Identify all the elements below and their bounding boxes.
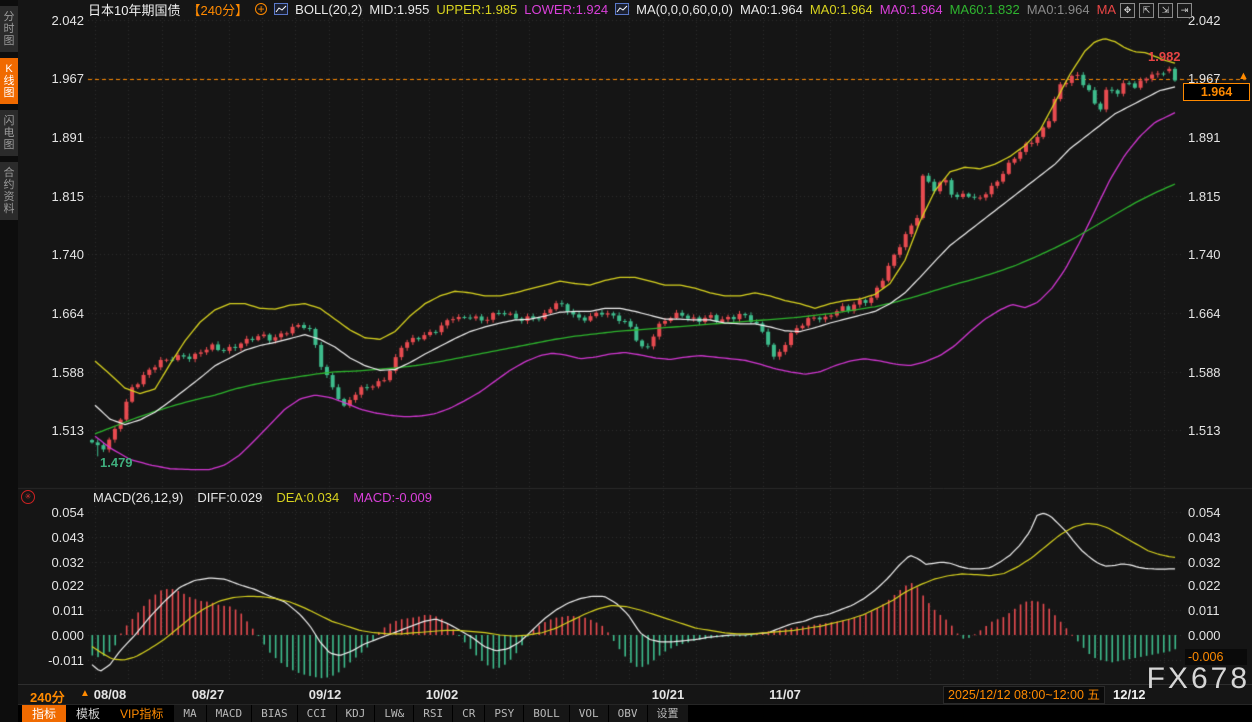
- period-badge[interactable]: 【240分】: [187, 0, 248, 19]
- axis-label: 1.967: [20, 71, 84, 86]
- axis-label: 1.815: [20, 189, 84, 204]
- macd-diff-value: DIFF:0.029: [197, 490, 262, 505]
- last-date-label: 12/12: [1113, 687, 1146, 702]
- axis-label: 0.022: [20, 578, 84, 593]
- sidebar-item-contract-info[interactable]: 合约资料: [0, 162, 18, 220]
- instrument-title: 日本10年期国债: [88, 0, 180, 19]
- high-price-label: 1.982: [1148, 49, 1181, 64]
- ma-values: MA0:1.964 MA0:1.964 MA0:1.964 MA60:1.832 MA0…: [740, 2, 1116, 17]
- price-chart-canvas[interactable]: [0, 0, 1252, 722]
- toolbar-item-7[interactable]: KDJ: [336, 705, 375, 722]
- axis-label: 0.054: [20, 505, 84, 520]
- low-price-label: 1.479: [100, 455, 133, 470]
- toolbar-item-0[interactable]: 指标: [22, 705, 66, 722]
- ma-value-2: MA0:1.964: [880, 2, 943, 17]
- ma-value-4: MA0:1.964: [1027, 2, 1090, 17]
- ma-value-3: MA60:1.832: [950, 2, 1020, 17]
- axis-label: 1.664: [20, 306, 84, 321]
- left-sidebar: 分时图 K线图 闪电图 合约资料: [0, 0, 18, 722]
- macd-dea-value: DEA:0.034: [276, 490, 339, 505]
- toolbar-item-5[interactable]: BIAS: [251, 705, 297, 722]
- ma-value-5: MA: [1097, 2, 1117, 17]
- toolbar-item-14[interactable]: OBV: [608, 705, 647, 722]
- toolbar-item-6[interactable]: CCI: [297, 705, 336, 722]
- macd-indicator-row: MACD(26,12,9) DIFF:0.029 DEA:0.034 MACD:…: [93, 490, 432, 505]
- axis-label: 1.891: [1188, 130, 1250, 145]
- add-indicator-icon[interactable]: +: [255, 3, 267, 15]
- time-axis: 240分 ▲ 08/0808/2709/1210/0210/2111/07 20…: [18, 684, 1252, 704]
- date-tick-label: 10/21: [652, 687, 685, 702]
- axis-label: 0.054: [1188, 505, 1250, 520]
- toolbar-item-10[interactable]: CR: [452, 705, 484, 722]
- toolbar-item-2[interactable]: VIP指标: [110, 705, 173, 722]
- axis-label: 1.513: [1188, 423, 1250, 438]
- axis-label: 0.000: [20, 628, 84, 643]
- axis-label: 0.000: [1188, 628, 1250, 643]
- axis-label: 2.042: [1188, 13, 1250, 28]
- mini-chart-icon[interactable]: [274, 3, 288, 15]
- date-tick-label: 10/02: [426, 687, 459, 702]
- axis-scale-up-icon[interactable]: ⇱: [1139, 3, 1154, 18]
- axis-label: 1.664: [1188, 306, 1250, 321]
- boll-mid-value: MID:1.955: [369, 2, 429, 17]
- chart-window-controls: ✥ ⇱ ⇲ ⇥: [1120, 3, 1192, 18]
- sidebar-item-lightning[interactable]: 闪电图: [0, 110, 18, 156]
- chart-app-window: 分时图 K线图 闪电图 合约资料 日本10年期国债 【240分】 + BOLL(…: [0, 0, 1252, 722]
- macd-name: MACD(26,12,9): [93, 490, 183, 505]
- boll-label: BOLL(20,2): [295, 2, 362, 17]
- toolbar-item-13[interactable]: VOL: [569, 705, 608, 722]
- last-price-box: 1.964: [1183, 83, 1250, 101]
- fx678-watermark: FX678: [1147, 662, 1250, 696]
- axis-label: -0.011: [20, 653, 84, 668]
- axis-label: 1.588: [20, 365, 84, 380]
- toolbar-item-9[interactable]: RSI: [413, 705, 452, 722]
- ma-value-0: MA0:1.964: [740, 2, 803, 17]
- axis-label: 0.022: [1188, 578, 1250, 593]
- toolbar-item-11[interactable]: PSY: [484, 705, 523, 722]
- pane-resize-handle-icon[interactable]: ✳: [21, 490, 35, 504]
- boll-lower-value: LOWER:1.924: [524, 2, 608, 17]
- axis-label: 2.042: [20, 13, 84, 28]
- ma-label: MA(0,0,0,60,0,0): [636, 2, 733, 17]
- axis-label: 1.740: [1188, 247, 1250, 262]
- ma-value-1: MA0:1.964: [810, 2, 873, 17]
- axis-scale-down-icon[interactable]: ⇲: [1158, 3, 1173, 18]
- axis-label: 1.815: [1188, 189, 1250, 204]
- chart-header: 日本10年期国债 【240分】 + BOLL(20,2) MID:1.955 U…: [88, 1, 1116, 17]
- axis-label: 1.513: [20, 423, 84, 438]
- macd-value: MACD:-0.009: [353, 490, 432, 505]
- toolbar-item-1[interactable]: 模板: [66, 705, 110, 722]
- axis-label: 1.891: [20, 130, 84, 145]
- axis-label: 0.011: [1188, 603, 1250, 618]
- toolbar-item-4[interactable]: MACD: [206, 705, 252, 722]
- pan-icon[interactable]: ✥: [1120, 3, 1135, 18]
- sidebar-item-timeshare[interactable]: 分时图: [0, 6, 18, 52]
- toolbar-item-8[interactable]: LW&: [374, 705, 413, 722]
- sidebar-item-kline[interactable]: K线图: [0, 58, 18, 104]
- axis-label: 0.032: [20, 555, 84, 570]
- date-tick-label: 09/12: [309, 687, 342, 702]
- indicator-toolbar: 指标模板VIP指标MAMACDBIASCCIKDJLW&RSICRPSYBOLL…: [18, 704, 1252, 722]
- date-tick-label: 11/07: [769, 687, 801, 702]
- expand-panel-icon[interactable]: ⇥: [1177, 3, 1192, 18]
- date-tick-label: 08/27: [192, 687, 225, 702]
- axis-label: 1.588: [1188, 365, 1250, 380]
- current-bar-time-box: 2025/12/12 08:00~12:00 五: [943, 686, 1105, 704]
- axis-label: 0.032: [1188, 555, 1250, 570]
- toolbar-item-15[interactable]: 设置: [647, 705, 688, 722]
- axis-label: 0.011: [20, 603, 84, 618]
- toolbar-item-12[interactable]: BOLL: [523, 705, 569, 722]
- scroll-to-latest-icon[interactable]: ▲: [1238, 70, 1249, 82]
- axis-label: 0.043: [20, 530, 84, 545]
- axis-label: 1.740: [20, 247, 84, 262]
- period-dropdown-icon[interactable]: ▲: [80, 688, 90, 699]
- toolbar-item-3[interactable]: MA: [173, 705, 205, 722]
- date-tick-label: 08/08: [94, 687, 127, 702]
- mini-chart-icon[interactable]: [615, 3, 629, 15]
- boll-upper-value: UPPER:1.985: [436, 2, 517, 17]
- axis-label: 0.043: [1188, 530, 1250, 545]
